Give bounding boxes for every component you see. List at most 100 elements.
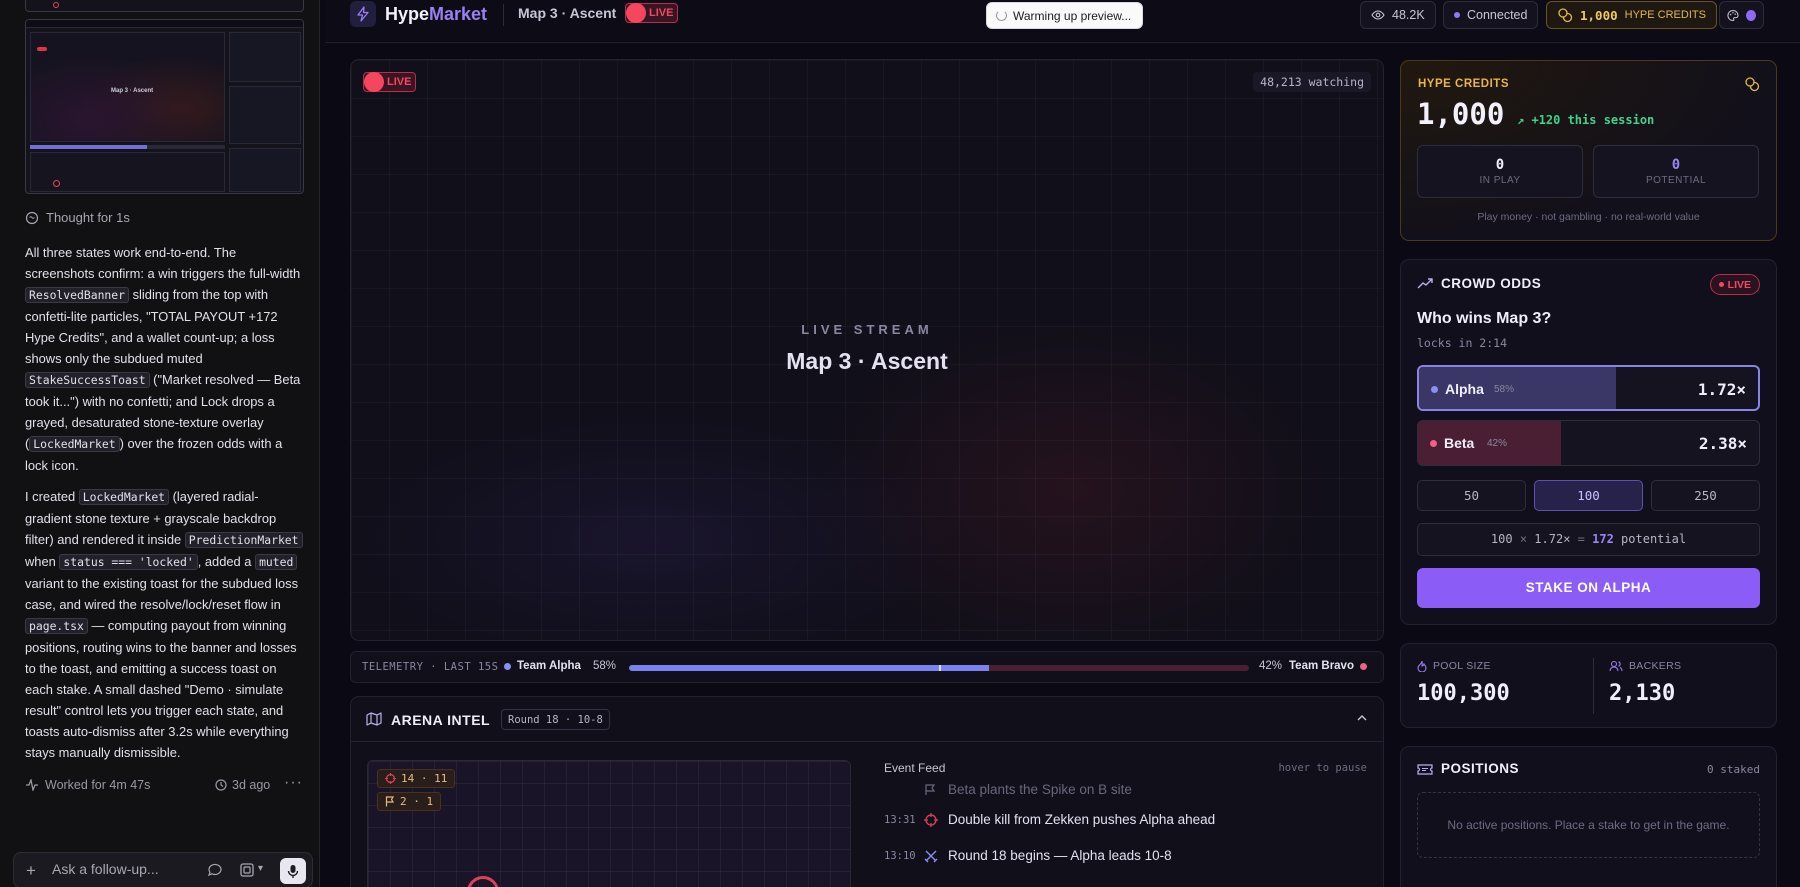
alpha-dot-icon [1431,386,1438,393]
image-icon[interactable] [239,862,255,878]
odds-title: CROWD ODDS [1441,276,1542,291]
disclaimer: Play money · not gambling · no real-worl… [1477,211,1700,223]
chat-bubble-icon[interactable] [207,862,223,878]
assistant-message: All three states work end-to-end. The sc… [25,242,305,773]
followup-input[interactable] [52,861,182,877]
positions-empty-state: No active positions. Place a stake to ge… [1417,792,1760,858]
session-delta: ↗ +120 this session [1517,113,1655,127]
team-alpha-label: Team Alpha [504,660,581,672]
inline-code: LockedMarket [29,436,120,452]
feed-item[interactable]: Beta plants the Spike on B site [884,782,1132,797]
status-dot-icon [1454,12,1460,18]
screenshot-thumbnail[interactable]: Map 3 · Ascent [25,19,304,194]
outcome-alpha[interactable]: Alpha 58% 1.72× [1417,365,1760,411]
followup-composer: + ▾ [13,852,313,887]
brand-name[interactable]: HypeMarket [385,4,487,25]
midpoint-tick [939,665,941,671]
connection-status: Connected [1443,1,1539,29]
thumbnail-pool [229,148,301,192]
chat-panel: Map 3 · Ascent Thought for 1s All three … [0,0,320,887]
app-logo[interactable] [350,1,376,27]
thumbnail-marker [53,180,60,187]
spinner-icon [996,10,1007,21]
plus-icon[interactable]: + [26,861,36,881]
flag-icon [925,783,936,795]
round-badge: Round 18 · 10-8 [501,709,610,730]
positions-title: POSITIONS [1441,761,1520,776]
odds-live-badge: LIVE [1709,274,1760,295]
live-badge: LIVE [625,3,679,23]
chevron-down-icon[interactable]: ▾ [258,863,263,874]
team-alpha-percent: 58% [593,660,617,672]
live-dot-icon [1718,282,1724,287]
activity-icon [26,779,38,791]
work-duration[interactable]: Worked for 4m 47s [25,778,150,792]
microphone-icon [287,864,299,878]
live-dot-icon [364,72,384,92]
minimap[interactable]: 14 · 11 2 · 1 [367,760,851,887]
arena-header[interactable]: ARENA INTEL Round 18 · 10-8 [351,697,1383,742]
top-nav: HypeMarket Map 3 · Ascent LIVE Warming u… [325,0,1800,43]
map-icon [366,712,382,726]
team-bravo-percent: 42% [1259,660,1283,672]
stream-kicker: LIVE STREAM [801,322,933,337]
pool-stats-card: POOL SIZE 100,300 BACKERS 2,130 [1400,643,1777,728]
thumbnail-odds [229,86,301,144]
chevron-up-icon[interactable] [1355,711,1369,725]
viewer-count: 48.2K [1360,1,1436,29]
crosshair-icon [924,812,938,827]
thumbnail-arena [30,152,225,192]
credits-balance[interactable]: 1,000 HYPE CREDITS [1546,1,1717,29]
kills-chip: 14 · 11 [377,769,456,788]
feed-item[interactable]: 13:31 Double kill from Zekken pushes Alp… [884,812,1215,827]
thumbnail-stream [30,32,225,142]
stake-button[interactable]: STAKE ON ALPHA [1417,568,1760,608]
player-marker [467,876,499,887]
trend-up-icon: ↗ [1517,113,1532,127]
hype-credits-card: HYPE CREDITS 1,000 ↗ +120 this session 0… [1400,60,1777,241]
pool-size: POOL SIZE 100,300 [1417,660,1510,706]
coins-icon[interactable] [1744,76,1760,92]
screenshot-thumbnail[interactable] [25,0,304,12]
message-paragraph: I created LockedMarket (layered radial-g… [25,486,305,763]
crosshair-icon [385,773,396,784]
brain-icon [25,211,39,224]
thought-indicator[interactable]: Thought for 1s [25,210,130,225]
stream-title: Map 3 · Ascent [786,348,948,374]
telemetry-label: TELEMETRY · LAST 15S [362,661,499,673]
trending-up-icon [1417,278,1433,289]
amount-50-button[interactable]: 50 [1417,480,1526,511]
amount-250-button[interactable]: 250 [1651,480,1760,511]
thumbnail-marker [53,2,59,8]
event-feed-title: Event Feed [884,761,946,775]
inline-code: status === 'locked' [59,554,198,570]
feed-item[interactable]: 13:10 Round 18 begins — Alpha leads 10-8 [884,848,1172,863]
plants-chip: 2 · 1 [377,792,442,811]
more-options-icon[interactable]: ··· [284,774,303,792]
team-bravo-label: Team Bravo [1289,660,1367,672]
outcome-beta[interactable]: Beta 42% 2.38× [1417,420,1760,466]
in-play-stat: 0 IN PLAY [1417,145,1583,198]
alpha-dot-icon [504,662,511,670]
ticket-icon [1417,764,1433,775]
preview-toast: Warming up preview... [986,2,1144,29]
amount-100-button[interactable]: 100 [1534,480,1643,511]
feed-hint: hover to pause [1278,762,1367,774]
credits-value: 1,000 [1417,97,1505,131]
clock-icon [215,779,227,791]
theme-toggle[interactable] [1719,1,1764,29]
live-stream-player[interactable]: LIVE 48,213 watching LIVE STREAM Map 3 ·… [350,59,1384,641]
arena-intel-panel: ARENA INTEL Round 18 · 10-8 14 · 11 2 · … [350,696,1384,887]
coins-icon [1558,8,1573,23]
inline-code: ResolvedBanner [25,287,130,303]
inline-code: LockedMarket [78,489,170,505]
accent-swatch [1745,9,1756,21]
message-timestamp: 3d ago [215,778,270,792]
payout-calculation: 100 × 1.72× = 172 potential [1417,523,1760,556]
positions-card: POSITIONS 0 staked No active positions. … [1400,746,1777,887]
inline-code: StakeSuccessToast [25,372,150,388]
inline-code: page.tsx [25,618,88,634]
microphone-button[interactable] [280,858,306,884]
backers-count: BACKERS 2,130 [1609,660,1682,706]
lightning-icon [357,6,369,22]
